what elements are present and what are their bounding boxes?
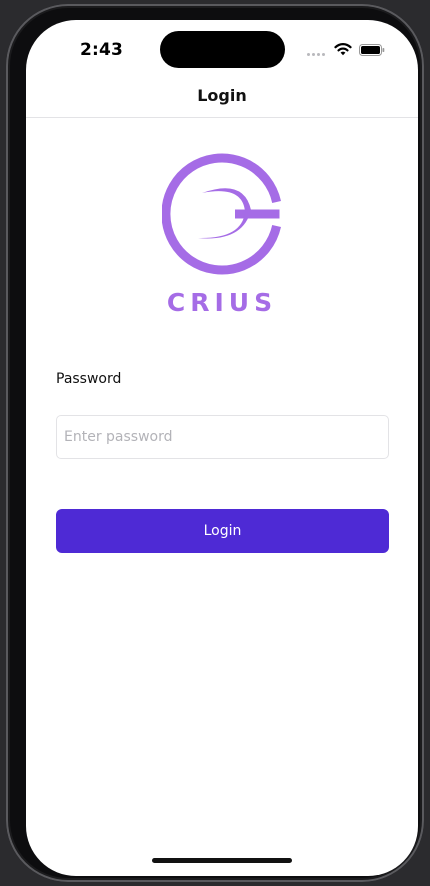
password-input[interactable] bbox=[56, 415, 389, 459]
status-bar: 2:43 bbox=[26, 20, 418, 76]
password-label: Password bbox=[56, 371, 122, 387]
wifi-icon bbox=[334, 43, 352, 56]
page-title: Login bbox=[197, 86, 247, 105]
brand-name: CRIUS bbox=[166, 288, 278, 317]
status-time: 2:43 bbox=[80, 40, 124, 60]
home-indicator[interactable] bbox=[152, 858, 292, 863]
device-bezel: 2:43 Login CRIUS Password Login bbox=[0, 0, 430, 886]
login-button[interactable]: Login bbox=[56, 509, 389, 553]
battery-icon bbox=[359, 44, 385, 56]
crius-logo bbox=[162, 153, 281, 275]
app-screen: 2:43 Login CRIUS Password Login bbox=[26, 20, 418, 876]
navigation-bar: Login bbox=[26, 76, 418, 118]
dynamic-island bbox=[160, 31, 285, 68]
device-frame: 2:43 Login CRIUS Password Login bbox=[6, 4, 424, 882]
signal-icon bbox=[307, 53, 327, 57]
